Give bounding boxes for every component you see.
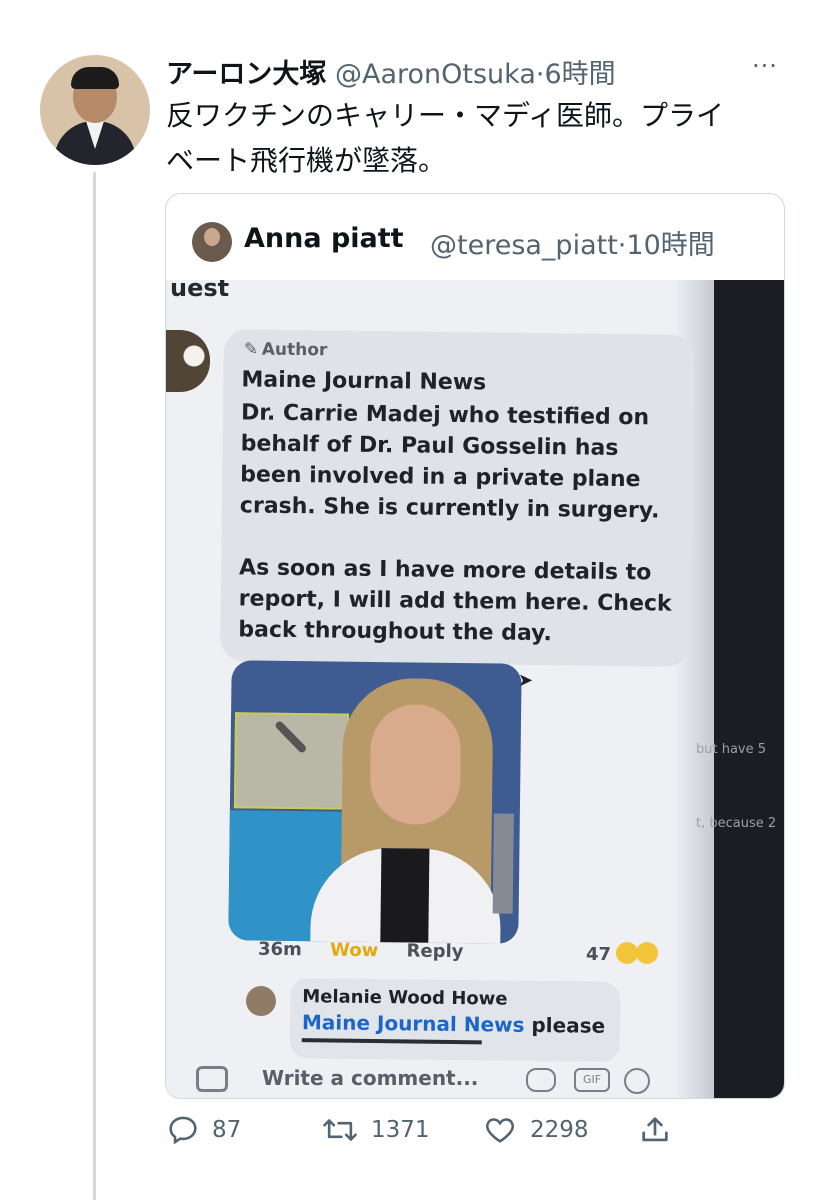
- like-button[interactable]: 2298: [482, 1110, 589, 1150]
- source-name: Maine Journal News: [241, 367, 487, 396]
- wow-emoji-icon: [616, 942, 638, 964]
- wow-reaction: Wow: [329, 939, 379, 962]
- retweet-icon: [323, 1119, 357, 1141]
- reaction-count: 47: [586, 944, 612, 965]
- post-bubble: ✎ Author Maine Journal News Dr. Carrie Ma…: [219, 329, 695, 667]
- author-badge: ✎ Author: [244, 339, 328, 360]
- reply-cut-line: [301, 1038, 482, 1053]
- reply-text: Maine Journal News please: [302, 1010, 605, 1038]
- gif-icon: GIF: [574, 1068, 610, 1092]
- reply-author: Melanie Wood Howe: [302, 986, 508, 1010]
- reply-mention: Maine Journal News: [301, 1010, 525, 1037]
- sad-emoji-icon: [636, 942, 658, 964]
- tweet-text: 反ワクチンのキャリー・マディ医師。プライ ベート飛行機が墜落。: [166, 93, 786, 183]
- tweet-header: アーロン大塚 @AaronOtsuka·6時間: [166, 52, 616, 91]
- faint-text: t, because 2: [696, 816, 777, 831]
- reply-count: 87: [212, 1117, 242, 1143]
- author-avatar[interactable]: [40, 55, 150, 165]
- reply-body: please: [524, 1012, 606, 1038]
- retweet-count: 1371: [371, 1117, 430, 1143]
- faint-text: but have 5: [696, 742, 767, 757]
- post-actions: 36m Wow Reply: [258, 939, 464, 963]
- tweet-text-line-2: ベート飛行機が墜落。: [166, 144, 447, 177]
- dark-edge: [714, 280, 784, 1098]
- cut-off-text: uest: [170, 280, 230, 302]
- retweet-button[interactable]: 1371: [321, 1110, 430, 1150]
- share-icon: [642, 1117, 668, 1142]
- comment-input: Write a comment...: [262, 1066, 479, 1090]
- sticker-icon: [526, 1068, 556, 1092]
- heart-icon: [486, 1118, 514, 1143]
- emoji-icon: [624, 1068, 650, 1094]
- mouse-cursor-icon: ➤: [518, 670, 534, 691]
- attached-photo[interactable]: uest ✎ Author Maine Journal News Dr. Carr…: [166, 280, 784, 1098]
- pencil-icon: ✎: [243, 339, 259, 360]
- post-line: back throughout the day.: [238, 617, 552, 647]
- quote-avatar: [192, 222, 232, 262]
- quoted-tweet[interactable]: Anna piatt @teresa_piatt·10時間 uest ✎ Auth…: [165, 193, 785, 1099]
- post-time-ago: 36m: [257, 938, 302, 961]
- share-button[interactable]: [638, 1110, 672, 1150]
- like-count: 2298: [530, 1117, 589, 1143]
- post-line: crash. She is currently in surgery.: [239, 493, 660, 524]
- tweet-text-line-1: 反ワクチンのキャリー・マディ医師。プライ: [166, 99, 725, 132]
- eagle-avatar: [166, 330, 210, 392]
- thread-line: [93, 172, 96, 1200]
- author-badge-label: Author: [261, 339, 328, 361]
- reply-bubble: Melanie Wood Howe Maine Journal News ple…: [289, 977, 621, 1063]
- reply-avatar: [246, 986, 276, 1016]
- author-name[interactable]: アーロン大塚: [166, 59, 326, 90]
- news-photo: [228, 660, 522, 944]
- post-body: Dr. Carrie Madej who testified on behalf…: [238, 397, 686, 650]
- quote-author-name: Anna piatt: [244, 223, 404, 254]
- camera-icon: [196, 1066, 228, 1092]
- author-handle[interactable]: @AaronOtsuka: [335, 59, 536, 90]
- quote-handle: @teresa_piatt: [430, 230, 618, 261]
- tweet-time[interactable]: 6時間: [544, 59, 615, 90]
- reply-link: Reply: [406, 940, 464, 963]
- comment-bar: Write a comment... GIF: [186, 1060, 666, 1098]
- more-options-icon[interactable]: ···: [752, 52, 778, 80]
- reply-button[interactable]: 87: [166, 1110, 241, 1150]
- quote-meta: @teresa_piatt·10時間: [430, 223, 715, 262]
- quote-time: 10時間: [626, 230, 715, 261]
- tweet-stats: 87 1371 2298: [166, 1110, 726, 1150]
- reply-icon: [169, 1116, 197, 1145]
